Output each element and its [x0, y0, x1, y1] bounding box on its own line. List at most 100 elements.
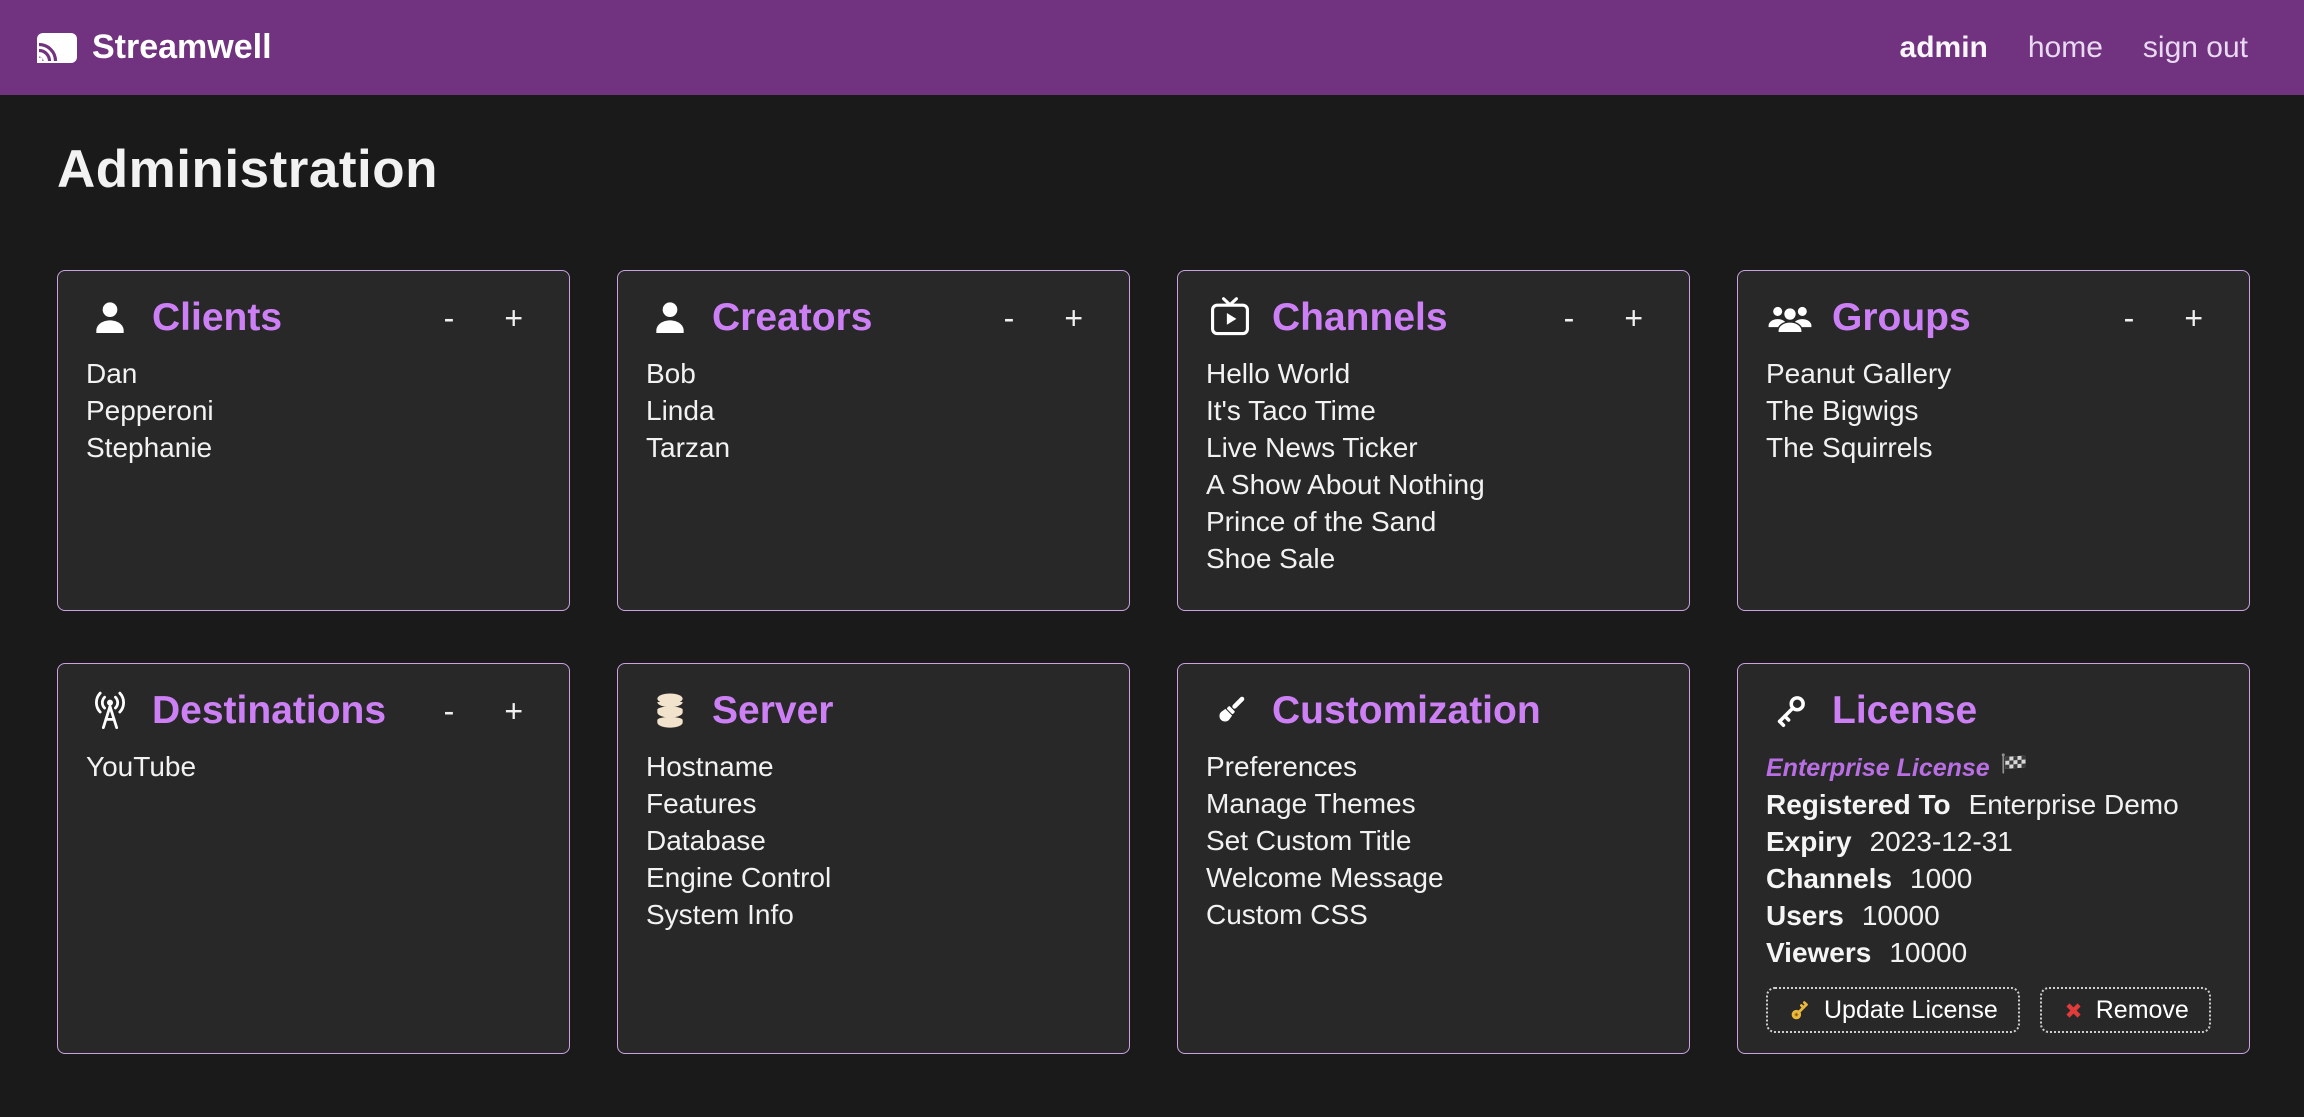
paintbrush-icon [1206, 688, 1254, 734]
card-channels-title: Channels [1272, 296, 1448, 340]
license-field-expiry: Expiry 2023-12-31 [1766, 823, 2219, 860]
license-field-registered-to: Registered To Enterprise Demo [1766, 786, 2219, 823]
list-item[interactable]: Database [646, 822, 1099, 859]
channels-remove-button[interactable]: - [1560, 300, 1579, 336]
list-item[interactable]: Bob [646, 355, 1099, 392]
card-license: License Enterprise License [1737, 663, 2250, 1054]
license-field-channels: Channels 1000 [1766, 860, 2219, 897]
card-clients-title: Clients [152, 296, 282, 340]
license-field-value: 10000 [1862, 897, 1940, 934]
card-groups-title: Groups [1832, 296, 1971, 340]
broadcast-tower-icon [86, 688, 134, 734]
list-item[interactable]: Engine Control [646, 859, 1099, 896]
key-icon [1766, 688, 1814, 734]
creators-list: Bob Linda Tarzan [646, 355, 1099, 466]
license-buttons: Update License Remove [1766, 987, 2219, 1033]
list-item[interactable]: Live News Ticker [1206, 429, 1659, 466]
channels-list: Hello World It's Taco Time Live News Tic… [1206, 355, 1659, 577]
app-header: Streamwell admin home sign out [0, 0, 2304, 95]
checkered-flag-icon [2000, 750, 2027, 786]
card-creators: Creators - + Bob Linda Tarzan [617, 270, 1130, 611]
card-destinations-controls: - + [440, 693, 539, 729]
card-server: Server Hostname Features Database Engine… [617, 663, 1130, 1054]
license-field-value: 2023-12-31 [1870, 823, 2013, 860]
nav-sign-out[interactable]: sign out [2143, 31, 2248, 65]
list-item[interactable]: Manage Themes [1206, 785, 1659, 822]
card-creators-controls: - + [1000, 300, 1099, 336]
list-item[interactable]: Features [646, 785, 1099, 822]
card-clients: Clients - + Dan Pepperoni Stephanie [57, 270, 570, 611]
list-item[interactable]: Hello World [1206, 355, 1659, 392]
channels-add-button[interactable]: + [1620, 300, 1647, 336]
red-x-icon [2062, 999, 2085, 1022]
card-license-header: License [1766, 688, 2219, 734]
card-server-title: Server [712, 689, 833, 733]
license-type-label: Enterprise License [1766, 750, 1990, 786]
license-field-value: Enterprise Demo [1969, 786, 2179, 823]
cast-icon [36, 32, 78, 64]
list-item[interactable]: Welcome Message [1206, 859, 1659, 896]
list-item[interactable]: Hostname [646, 748, 1099, 785]
server-list: Hostname Features Database Engine Contro… [646, 748, 1099, 933]
license-field-label: Users [1766, 897, 1844, 934]
card-creators-header: Creators - + [646, 295, 1099, 341]
person-icon [646, 295, 694, 341]
groups-remove-button[interactable]: - [2120, 300, 2139, 336]
brand-name: Streamwell [92, 28, 272, 67]
groups-icon [1766, 295, 1814, 341]
list-item[interactable]: The Bigwigs [1766, 392, 2219, 429]
license-field-label: Viewers [1766, 934, 1871, 971]
list-item[interactable]: Prince of the Sand [1206, 503, 1659, 540]
destinations-add-button[interactable]: + [500, 693, 527, 729]
list-item[interactable]: Set Custom Title [1206, 822, 1659, 859]
card-grid: Clients - + Dan Pepperoni Stephanie [57, 270, 2250, 1054]
customization-list: Preferences Manage Themes Set Custom Tit… [1206, 748, 1659, 933]
list-item[interactable]: Dan [86, 355, 539, 392]
license-field-users: Users 10000 [1766, 897, 2219, 934]
license-type: Enterprise License [1766, 750, 2219, 786]
clients-list: Dan Pepperoni Stephanie [86, 355, 539, 466]
card-destinations-title: Destinations [152, 689, 386, 733]
card-groups: Groups - + Peanut Gallery The Bigwigs Th… [1737, 270, 2250, 611]
update-license-button[interactable]: Update License [1766, 987, 2020, 1033]
clients-remove-button[interactable]: - [440, 300, 459, 336]
creators-remove-button[interactable]: - [1000, 300, 1019, 336]
card-creators-title: Creators [712, 296, 872, 340]
list-item[interactable]: Stephanie [86, 429, 539, 466]
database-icon [646, 688, 694, 734]
destinations-remove-button[interactable]: - [440, 693, 459, 729]
admin-page: Administration Clients - + Dan Peppe [0, 139, 2304, 1054]
list-item[interactable]: Custom CSS [1206, 896, 1659, 933]
list-item[interactable]: System Info [646, 896, 1099, 933]
list-item[interactable]: Pepperoni [86, 392, 539, 429]
creators-add-button[interactable]: + [1060, 300, 1087, 336]
license-field-label: Registered To [1766, 786, 1951, 823]
list-item[interactable]: A Show About Nothing [1206, 466, 1659, 503]
update-license-label: Update License [1824, 996, 1998, 1025]
list-item[interactable]: YouTube [86, 748, 539, 785]
nav-home[interactable]: home [2028, 31, 2103, 65]
clients-add-button[interactable]: + [500, 300, 527, 336]
list-item[interactable]: Shoe Sale [1206, 540, 1659, 577]
list-item[interactable]: The Squirrels [1766, 429, 2219, 466]
remove-license-button[interactable]: Remove [2040, 987, 2211, 1033]
license-field-viewers: Viewers 10000 [1766, 934, 2219, 971]
list-item[interactable]: Tarzan [646, 429, 1099, 466]
groups-add-button[interactable]: + [2180, 300, 2207, 336]
card-clients-header: Clients - + [86, 295, 539, 341]
nav-admin[interactable]: admin [1900, 31, 1988, 65]
groups-list: Peanut Gallery The Bigwigs The Squirrels [1766, 355, 2219, 466]
list-item[interactable]: It's Taco Time [1206, 392, 1659, 429]
card-channels-controls: - + [1560, 300, 1659, 336]
card-destinations: Destinations - + YouTube [57, 663, 570, 1054]
gold-key-icon [1788, 998, 1813, 1023]
brand-link[interactable]: Streamwell [36, 28, 272, 67]
list-item[interactable]: Preferences [1206, 748, 1659, 785]
remove-license-label: Remove [2096, 996, 2189, 1025]
list-item[interactable]: Linda [646, 392, 1099, 429]
card-channels: Channels - + Hello World It's Taco Time … [1177, 270, 1690, 611]
card-customization-title: Customization [1272, 689, 1541, 733]
page-title: Administration [57, 139, 2250, 200]
top-nav: admin home sign out [1900, 31, 2248, 65]
list-item[interactable]: Peanut Gallery [1766, 355, 2219, 392]
